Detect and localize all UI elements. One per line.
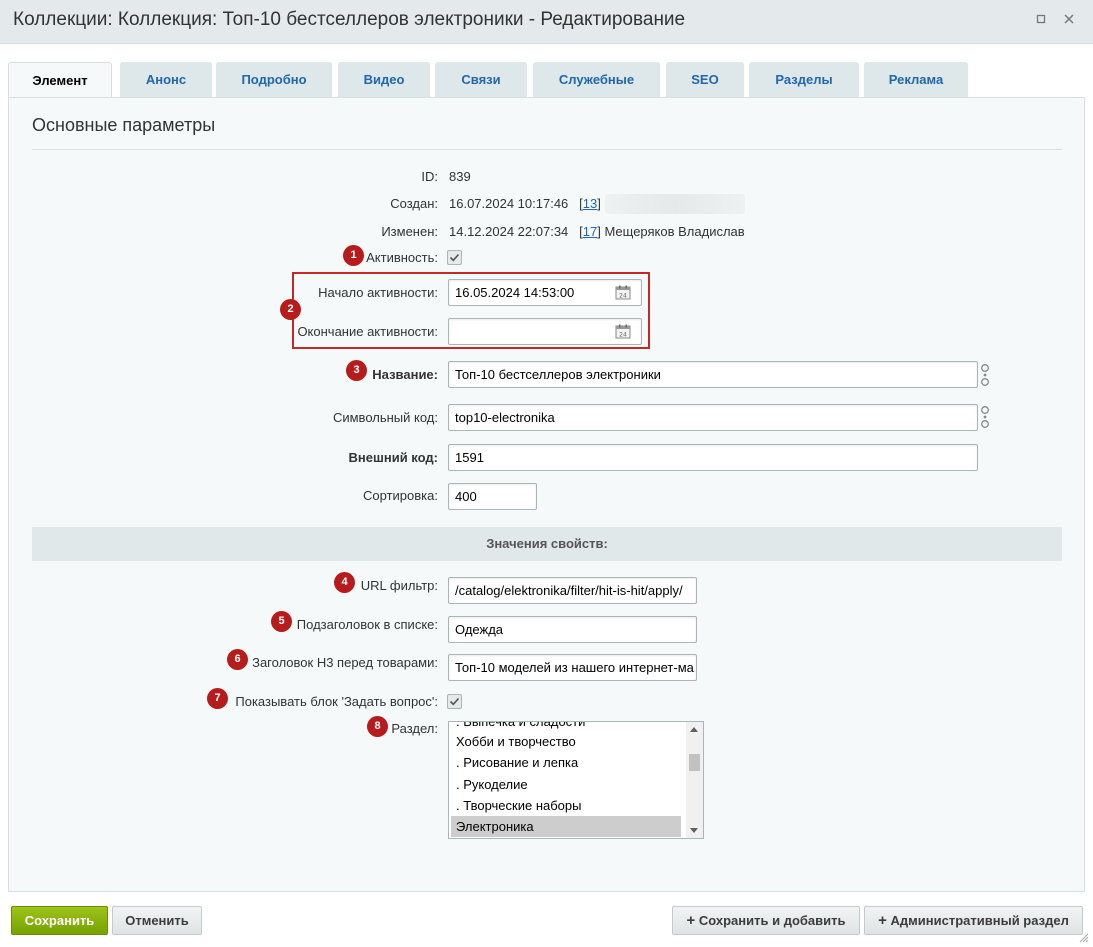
admin-section-label: Административный раздел — [890, 913, 1069, 928]
list-item[interactable]: Хобби и творчество — [451, 731, 681, 752]
subtitle-field[interactable]: Одежда — [448, 616, 697, 643]
cancel-button[interactable]: Отменить — [112, 906, 202, 935]
ask-block-label: Показывать блок 'Задать вопрос': — [235, 694, 438, 709]
url-filter-field[interactable]: /catalog/elektronika/filter/hit-is-hit/a… — [448, 577, 697, 604]
plus-icon: + — [878, 912, 887, 929]
plus-icon: + — [686, 912, 696, 929]
sort-field[interactable]: 400 — [448, 483, 537, 510]
checkmark-icon — [449, 253, 460, 262]
badge-8: 8 — [367, 716, 388, 737]
tab-detail[interactable]: Подробно — [216, 62, 332, 98]
save-and-add-button[interactable]: + Сохранить и добавить — [672, 906, 860, 935]
svg-text:24: 24 — [619, 293, 627, 300]
scroll-up-icon[interactable] — [690, 727, 698, 732]
resize-grip-icon[interactable] — [1079, 933, 1089, 943]
name-field[interactable]: Топ-10 бестселлеров электроники — [448, 361, 978, 388]
tab-video[interactable]: Видео — [338, 62, 430, 98]
ask-block-checkbox[interactable] — [447, 694, 462, 709]
link-icon[interactable] — [979, 363, 991, 387]
active-label: Активность: — [366, 250, 438, 265]
xml-id-field[interactable]: 1591 — [448, 444, 978, 471]
admin-section-button[interactable]: + Административный раздел — [864, 906, 1083, 935]
tab-sections[interactable]: Разделы — [749, 62, 859, 98]
badge-7: 7 — [207, 688, 228, 709]
restore-icon[interactable] — [1033, 12, 1049, 28]
tab-announce[interactable]: Анонс — [120, 62, 212, 98]
close-icon[interactable] — [1061, 12, 1077, 28]
modified-user-name: Мещеряков Владислав — [604, 224, 745, 239]
modified-label: Изменен: — [381, 224, 438, 239]
active-checkbox[interactable] — [447, 250, 462, 265]
tab-links[interactable]: Связи — [435, 62, 527, 98]
id-value: 839 — [449, 169, 471, 184]
list-item[interactable]: . Рисование и лепка — [451, 752, 681, 773]
section-title: Основные параметры — [32, 115, 216, 135]
link-icon[interactable] — [979, 405, 991, 429]
badge-4: 4 — [334, 572, 355, 593]
properties-header: Значения свойств: — [32, 527, 1062, 561]
name-label: Название: — [372, 367, 438, 382]
tab-seo[interactable]: SEO — [666, 62, 744, 98]
svg-text:24: 24 — [619, 332, 627, 339]
tab-element[interactable]: Элемент — [8, 62, 112, 99]
badge-3: 3 — [346, 360, 367, 381]
badge-2: 2 — [280, 299, 301, 320]
scroll-down-icon[interactable] — [690, 828, 698, 833]
divider — [32, 149, 1062, 150]
subtitle-label: Подзаголовок в списке: — [296, 617, 438, 632]
scroll-thumb[interactable] — [689, 754, 700, 771]
created-label: Создан: — [390, 196, 438, 211]
badge-1: 1 — [343, 245, 364, 266]
window-title: Коллекции: Коллекция: Топ-10 бестселлеро… — [13, 9, 686, 30]
url-filter-label: URL фильтр: — [360, 578, 438, 593]
code-field[interactable]: top10-electronika — [448, 404, 978, 431]
tab-service[interactable]: Служебные — [533, 62, 660, 98]
redacted-user-name — [605, 194, 745, 214]
active-to-field[interactable]: 24 — [448, 318, 642, 345]
section-listbox[interactable]: . Выпечка и сладости Хобби и творчество … — [448, 721, 704, 839]
active-to-label: Окончание активности: — [297, 324, 438, 339]
sort-label: Сортировка: — [363, 488, 438, 503]
code-label: Символьный код: — [332, 410, 438, 425]
active-from-label: Начало активности: — [318, 285, 438, 300]
h3-field[interactable]: Топ-10 моделей из нашего интернет-ма — [448, 654, 697, 681]
checkmark-icon — [449, 697, 460, 706]
listbox-scrollbar[interactable] — [686, 722, 703, 838]
window-titlebar: Коллекции: Коллекция: Топ-10 бестселлеро… — [0, 0, 1093, 44]
created-date: 16.07.2024 10:17:46 — [449, 196, 569, 211]
list-item[interactable]: . Рукоделие — [451, 774, 681, 795]
id-label: ID: — [421, 169, 438, 184]
save-button[interactable]: Сохранить — [11, 906, 108, 935]
modified-value: 14.12.2024 22:07:34 [17] Мещеряков Влади… — [449, 224, 745, 239]
form-panel: Основные параметры ID: 839 Создан: 16.07… — [8, 97, 1085, 892]
h3-label: Заголовок H3 перед товарами: — [252, 655, 438, 670]
list-item-selected[interactable]: Электроника — [451, 816, 681, 837]
badge-5: 5 — [271, 611, 292, 632]
save-and-add-label: Сохранить и добавить — [698, 913, 846, 928]
xml-id-label: Внешний код: — [348, 450, 438, 465]
badge-6: 6 — [227, 649, 248, 670]
list-item[interactable]: . Творческие наборы — [451, 795, 681, 816]
tab-ads[interactable]: Реклама — [864, 62, 968, 98]
active-from-field[interactable]: 16.05.2024 14:53:00 24 — [448, 279, 642, 306]
calendar-icon[interactable]: 24 — [615, 324, 631, 339]
calendar-icon[interactable]: 24 — [615, 285, 631, 300]
created-value: 16.07.2024 10:17:46 [13] — [449, 196, 601, 211]
modified-user-link[interactable]: 17 — [583, 224, 597, 239]
active-from-value: 16.05.2024 14:53:00 — [455, 285, 575, 300]
modified-date: 14.12.2024 22:07:34 — [449, 224, 569, 239]
section-label: Раздел: — [391, 721, 438, 736]
created-user-link[interactable]: 13 — [583, 196, 597, 211]
